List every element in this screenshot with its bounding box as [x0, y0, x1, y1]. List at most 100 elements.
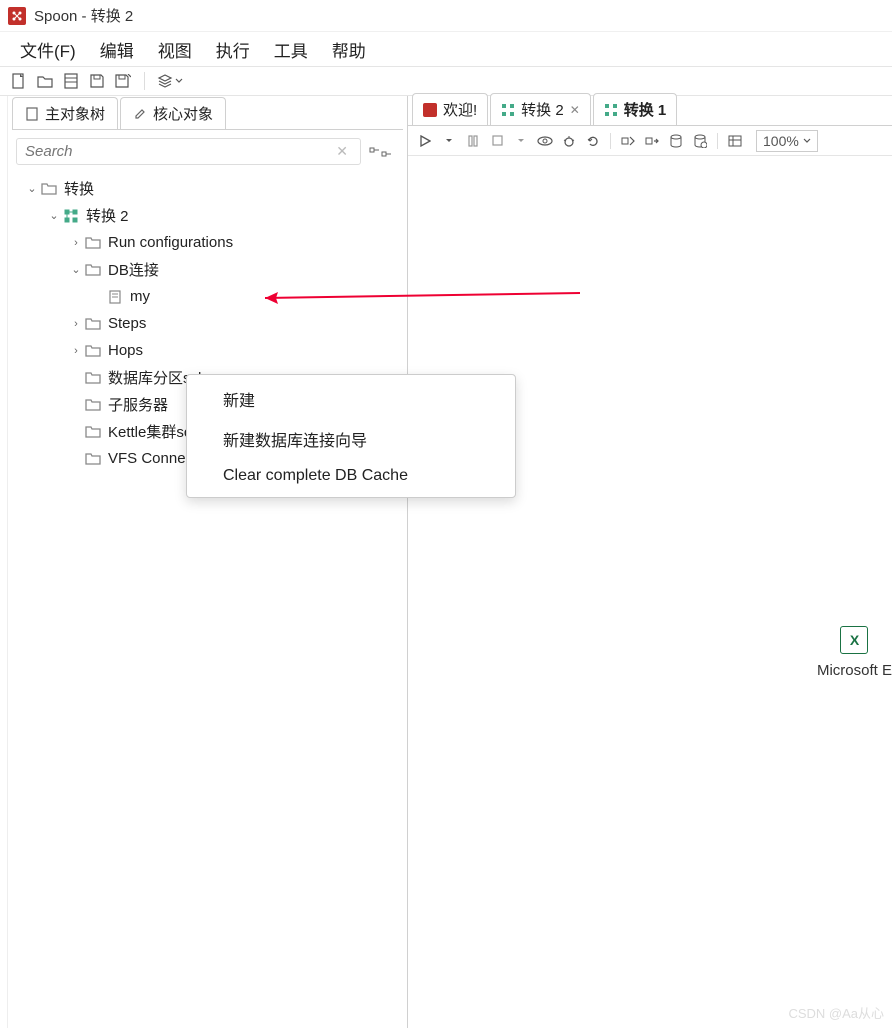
impact-icon[interactable] — [643, 132, 661, 150]
tree-trans-2[interactable]: ⌄ 转换 2 — [12, 202, 403, 229]
toolbar-separator — [717, 133, 718, 149]
ctx-new[interactable]: 新建 — [187, 379, 515, 419]
perspective-dropdown[interactable] — [157, 74, 183, 88]
expand-toggle[interactable]: ⌄ — [24, 182, 40, 195]
expand-toggle[interactable]: ⌄ — [68, 263, 84, 276]
welcome-icon — [423, 103, 437, 117]
tab-trans-2[interactable]: 转换 2 ✕ — [490, 93, 591, 125]
open-file-icon[interactable] — [36, 72, 54, 90]
run-icon[interactable] — [416, 132, 434, 150]
save-as-icon[interactable] — [114, 72, 132, 90]
tree-label: Hops — [108, 342, 143, 359]
transformation-icon — [604, 103, 618, 117]
tab-trans-1[interactable]: 转换 1 — [593, 93, 678, 125]
left-panel: 主对象树 核心对象 ✕ ⌄ 转换 ⌄ — [8, 96, 408, 1028]
search-box[interactable]: ✕ — [16, 138, 361, 165]
titlebar: Spoon - 转换 2 — [0, 0, 892, 32]
canvas-toolbar: 100% — [408, 126, 892, 156]
app-icon — [8, 7, 26, 25]
document-icon — [25, 107, 39, 121]
tree-db-my[interactable]: my — [12, 283, 403, 310]
tab-label: 转换 1 — [624, 99, 667, 120]
tree-hops[interactable]: › Hops — [12, 337, 403, 364]
excel-step-label: Microsoft E — [817, 662, 892, 679]
tree-root-transformations[interactable]: ⌄ 转换 — [12, 175, 403, 202]
tab-label: 欢迎! — [443, 99, 477, 120]
new-file-icon[interactable] — [10, 72, 28, 90]
context-menu: 新建 新建数据库连接向导 Clear complete DB Cache — [186, 374, 516, 498]
canvas[interactable]: X Microsoft E — [408, 156, 892, 1028]
folder-icon — [84, 396, 102, 414]
zoom-value: 100% — [763, 133, 799, 149]
tree-db-connections[interactable]: ⌄ DB连接 — [12, 256, 403, 283]
menu-help[interactable]: 帮助 — [322, 33, 376, 66]
stop-icon[interactable] — [488, 132, 506, 150]
folder-icon — [40, 180, 58, 198]
tree-label: Steps — [108, 315, 146, 332]
ctx-clear-db-cache[interactable]: Clear complete DB Cache — [187, 459, 515, 493]
tree-label: DB连接 — [108, 259, 159, 280]
toolbar-separator — [610, 133, 611, 149]
db-item-icon — [106, 288, 124, 306]
folder-icon — [84, 369, 102, 387]
menu-edit[interactable]: 编辑 — [90, 33, 144, 66]
folder-icon — [84, 261, 102, 279]
left-tab-row: 主对象树 核心对象 — [12, 100, 403, 130]
show-results-icon[interactable] — [726, 132, 744, 150]
tab-label: 转换 2 — [521, 99, 564, 120]
menu-run[interactable]: 执行 — [206, 33, 260, 66]
tree-label: my — [130, 288, 150, 305]
tree-run-configs[interactable]: › Run configurations — [12, 229, 403, 256]
preview-icon[interactable] — [536, 132, 554, 150]
toolbar-separator — [144, 72, 145, 90]
tab-label: 主对象树 — [45, 103, 105, 124]
tab-core-objects[interactable]: 核心对象 — [120, 97, 226, 129]
pencil-icon — [133, 107, 147, 121]
main-area: 主对象树 核心对象 ✕ ⌄ 转换 ⌄ — [0, 96, 892, 1028]
verify-icon[interactable] — [619, 132, 637, 150]
replay-icon[interactable] — [584, 132, 602, 150]
folder-icon — [84, 342, 102, 360]
sql-icon[interactable] — [667, 132, 685, 150]
expand-toggle[interactable]: › — [68, 345, 84, 357]
excel-step[interactable]: X Microsoft E — [817, 626, 892, 679]
expand-toggle[interactable]: ⌄ — [46, 209, 62, 222]
menu-file[interactable]: 文件(F) — [10, 33, 86, 66]
chevron-down-icon — [175, 78, 183, 84]
ctx-new-db-wizard[interactable]: 新建数据库连接向导 — [187, 419, 515, 459]
zoom-selector[interactable]: 100% — [756, 130, 818, 152]
tree-label: 转换 2 — [86, 205, 129, 226]
tree-steps[interactable]: › Steps — [12, 310, 403, 337]
watermark: CSDN @Aa从心 — [788, 1003, 884, 1022]
transformation-icon — [62, 207, 80, 225]
right-panel: 欢迎! 转换 2 ✕ 转换 1 — [408, 96, 892, 1028]
tab-label: 核心对象 — [153, 103, 213, 124]
search-row: ✕ — [12, 130, 403, 173]
search-input[interactable] — [25, 143, 332, 160]
explore-db-icon[interactable] — [691, 132, 709, 150]
transformation-icon — [501, 103, 515, 117]
folder-icon — [84, 450, 102, 468]
menu-tools[interactable]: 工具 — [264, 33, 318, 66]
save-icon[interactable] — [88, 72, 106, 90]
menu-view[interactable]: 视图 — [148, 33, 202, 66]
tree-expand-controls[interactable] — [369, 145, 399, 159]
main-toolbar — [0, 66, 892, 96]
folder-icon — [84, 423, 102, 441]
tab-main-tree[interactable]: 主对象树 — [12, 97, 118, 129]
debug-icon[interactable] — [560, 132, 578, 150]
run-options-icon[interactable] — [440, 132, 458, 150]
tree-label: 转换 — [64, 178, 94, 199]
close-tab-icon[interactable]: ✕ — [570, 103, 580, 117]
clear-search-icon[interactable]: ✕ — [332, 143, 352, 160]
folder-icon — [84, 234, 102, 252]
pause-icon[interactable] — [464, 132, 482, 150]
window-title: Spoon - 转换 2 — [34, 5, 133, 26]
excel-icon: X — [840, 626, 868, 654]
expand-toggle[interactable]: › — [68, 318, 84, 330]
menubar: 文件(F) 编辑 视图 执行 工具 帮助 — [0, 32, 892, 66]
stop-options-icon[interactable] — [512, 132, 530, 150]
tab-welcome[interactable]: 欢迎! — [412, 93, 488, 125]
expand-toggle[interactable]: › — [68, 237, 84, 249]
explore-icon[interactable] — [62, 72, 80, 90]
